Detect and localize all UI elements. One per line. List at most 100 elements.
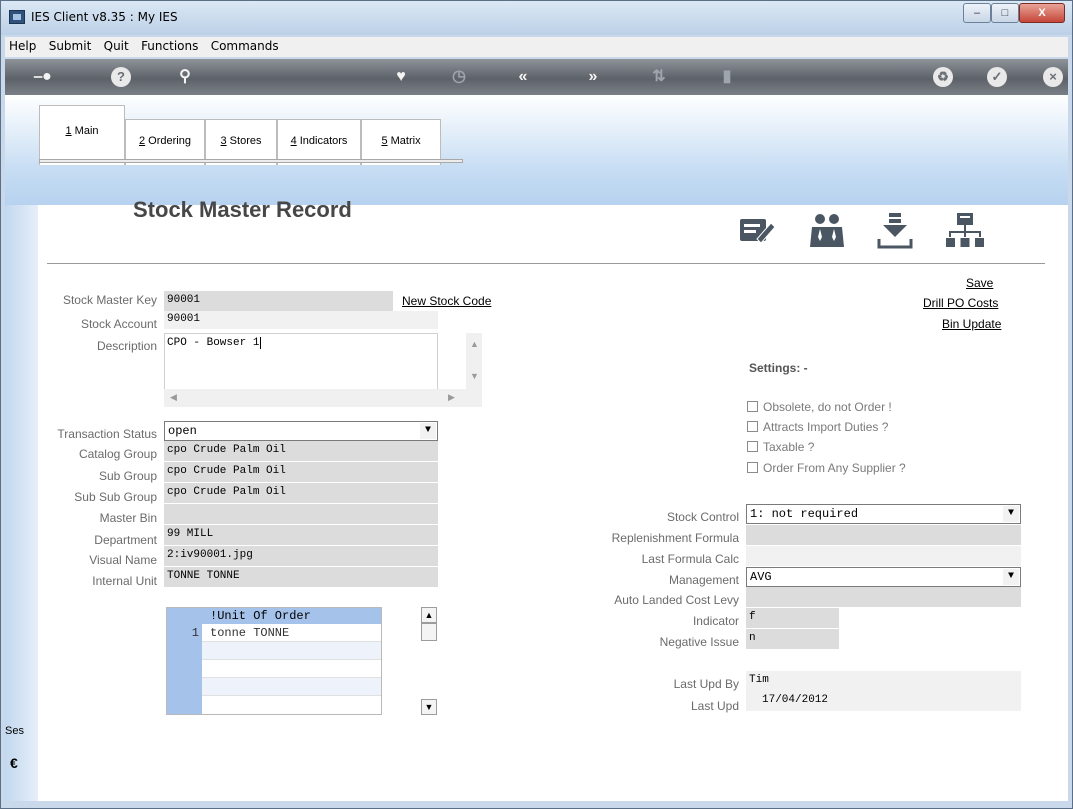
tab-main[interactable]: 1 Main [39,105,125,165]
stock-control-label: Stock Control [666,510,739,524]
toolbar: ⎯● ? ⚲ ♥ ◷ « » ⇅ ▮ ♻ ✓ × [5,59,1068,95]
table-row-empty[interactable] [202,660,381,678]
auto-landed-cost-levy-field[interactable] [746,587,1021,607]
scroll-right-arrow[interactable]: ▶ [448,392,455,403]
indicator-field[interactable]: f [746,608,839,628]
maximize-button[interactable]: □ [991,3,1019,23]
new-stock-code-link[interactable]: New Stock Code [402,294,491,308]
app-window: IES Client v8.35 : My IES – □ X Help Sub… [0,0,1073,809]
scroll-up-arrow[interactable]: ▲ [470,339,479,349]
visual-name-field[interactable]: 2:iv90001.jpg [164,546,438,566]
grid-scroll-down[interactable]: ▼ [421,699,437,715]
table-row[interactable]: tonne TONNE [202,624,381,642]
close-window-button[interactable]: X [1019,3,1065,23]
users-icon[interactable] [807,211,847,251]
grid-scroll-thumb[interactable] [421,623,437,641]
window-title: IES Client v8.35 : My IES [31,10,178,24]
menu-commands[interactable]: Commands [207,37,284,53]
department-field[interactable]: 99 MILL [164,525,438,545]
stock-control-select[interactable]: 1: not required ▼ [746,504,1021,524]
negative-issue-label: Negative Issue [659,635,739,649]
menu-functions[interactable]: Functions [137,37,203,53]
obsolete-label: Obsolete, do not Order ! [763,400,892,414]
minimize-button[interactable]: – [963,3,991,23]
main-content: 1 Main 2 Ordering 3 Stores 4 Indicators … [5,95,1068,801]
session-label: Ses [5,725,24,737]
clock-icon[interactable]: ◷ [447,67,471,87]
help-icon[interactable]: ? [111,67,131,87]
import-duties-checkbox[interactable]: Attracts Import Duties ? [747,420,888,434]
download-icon[interactable] [875,211,915,251]
check-icon[interactable]: ✓ [987,67,1007,87]
negative-issue-field[interactable]: n [746,629,839,649]
drill-po-costs-link[interactable]: Drill PO Costs [923,296,998,310]
stock-master-key-label: Stock Master Key [62,293,157,307]
title-divider [47,263,1045,264]
chevron-down-icon[interactable]: ▼ [1003,506,1019,522]
page-title: Stock Master Record [133,197,352,222]
checkbox-box[interactable] [747,462,758,473]
obsolete-checkbox[interactable]: Obsolete, do not Order ! [747,400,892,414]
sub-sub-group-field[interactable]: cpo Crude Palm Oil [164,483,438,503]
sort-icon[interactable]: ⇅ [647,67,671,87]
any-supplier-checkbox[interactable]: Order From Any Supplier ? [747,461,906,475]
rewind-icon[interactable]: « [511,67,535,87]
recycle-icon[interactable]: ♻ [933,67,953,87]
menu-bar: Help Submit Quit Functions Commands [5,37,1068,57]
app-icon [9,10,25,24]
transaction-status-label: Transaction Status [57,427,157,441]
title-bar: IES Client v8.35 : My IES – □ X [1,1,1072,35]
bin-update-link[interactable]: Bin Update [942,317,1001,331]
master-bin-field[interactable] [164,504,438,524]
grid-scroll-up[interactable]: ▲ [421,607,437,623]
table-row-empty[interactable] [202,678,381,696]
scroll-left-arrow[interactable]: ◀ [170,392,177,403]
description-label: Description [96,339,157,353]
replenishment-formula-field[interactable] [746,525,1021,545]
last-upd-field[interactable]: 17/04/2012 [746,691,1021,711]
heart-icon[interactable]: ♥ [389,67,413,87]
last-upd-label: Last Upd [690,699,739,713]
chevron-down-icon[interactable]: ▼ [1003,569,1019,585]
menu-submit[interactable]: Submit [45,37,97,53]
description-hscroll[interactable]: ◀ ▶ [164,389,466,407]
management-select[interactable]: AVG ▼ [746,567,1021,587]
hierarchy-icon[interactable] [945,211,985,251]
save-link[interactable]: Save [966,276,993,290]
session-icon[interactable]: € [10,755,18,771]
close-icon[interactable]: × [1043,67,1063,87]
menu-help[interactable]: Help [5,37,41,53]
checkbox-box[interactable] [747,401,758,412]
last-upd-by-field[interactable]: Tim [746,671,1021,691]
last-formula-calc-label: Last Formula Calc [641,552,739,566]
visual-name-label: Visual Name [89,553,157,567]
tab-ordering-label: Ordering [145,135,191,147]
grid-scrollbar[interactable]: ▲ ▼ [421,607,437,715]
record-icon[interactable]: ▮ [715,67,739,87]
key-icon[interactable]: ⎯● [31,67,55,87]
department-label: Department [94,533,157,547]
fast-forward-icon[interactable]: » [581,67,605,87]
stock-master-key-field[interactable]: 90001 [164,291,393,311]
transaction-status-select[interactable]: open ▼ [164,421,438,441]
checkbox-box[interactable] [747,421,758,432]
last-formula-calc-field[interactable] [746,546,1021,566]
menu-quit[interactable]: Quit [100,37,134,53]
import-duties-label: Attracts Import Duties ? [763,420,889,434]
sub-group-field[interactable]: cpo Crude Palm Oil [164,462,438,482]
internal-unit-field[interactable]: TONNE TONNE [164,567,438,587]
unit-of-order-grid[interactable]: !Unit Of Order 1 tonne TONNE [166,607,382,715]
search-icon[interactable]: ⚲ [173,67,197,87]
catalog-group-field[interactable]: cpo Crude Palm Oil [164,441,438,461]
edit-record-icon[interactable] [737,211,777,251]
master-bin-label: Master Bin [99,511,157,525]
description-vscroll[interactable]: ▲ ▼ [466,333,482,407]
checkbox-box[interactable] [747,441,758,452]
scroll-down-arrow[interactable]: ▼ [470,371,479,381]
chevron-down-icon[interactable]: ▼ [420,423,436,439]
stock-account-field[interactable]: 90001 [164,311,438,329]
text-cursor [260,337,262,349]
table-row-empty[interactable] [202,642,381,660]
taxable-checkbox[interactable]: Taxable ? [747,440,814,454]
management-value: AVG [750,570,772,584]
